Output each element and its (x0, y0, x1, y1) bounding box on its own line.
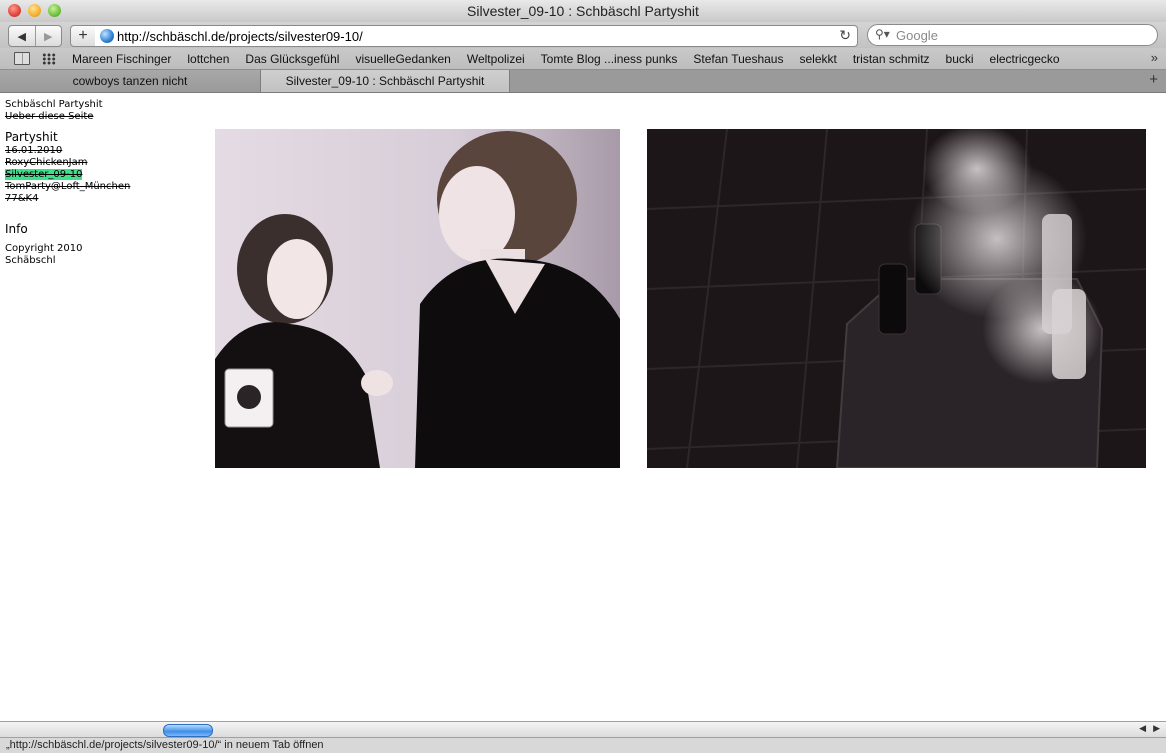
bookmark-item[interactable]: tristan schmitz (853, 52, 930, 66)
party-photo-women[interactable] (215, 129, 620, 468)
bookmark-item[interactable]: lottchen (187, 52, 229, 66)
party-photo-bottles-image (647, 129, 1146, 468)
site-sidebar: Schbäschl Partyshit Ueber diese Seite Pa… (5, 99, 185, 267)
bookmark-item[interactable]: Mareen Fischinger (72, 52, 171, 66)
bookmarks-bar: Mareen Fischinger lottchen Das Glücksgef… (0, 48, 1166, 70)
page-content: Schbäschl Partyshit Ueber diese Seite Pa… (0, 93, 1166, 721)
horizontal-scrollbar[interactable]: ◀ ▶ (0, 721, 1166, 737)
scrollbar-thumb[interactable] (163, 724, 213, 737)
back-arrow-icon: ◀ (17, 30, 26, 43)
nav-button-group: ◀ ▶ (8, 25, 62, 47)
bookmark-item[interactable]: bucki (946, 52, 974, 66)
party-photo-women-image (215, 129, 620, 468)
search-input[interactable] (896, 25, 1146, 45)
back-button[interactable]: ◀ (9, 26, 35, 46)
title-bar: Silvester_09-10 : Schbäschl Partyshit (0, 0, 1166, 23)
bookmarks-overflow-icon[interactable]: » (1151, 50, 1158, 65)
copyright-text: Copyright 2010 (5, 243, 83, 254)
project-link[interactable]: 16.01.2010 (5, 145, 185, 157)
search-icon: ⚲▾ (875, 27, 890, 41)
globe-icon (100, 29, 114, 43)
tab-cowboys[interactable]: cowboys tanzen nicht (0, 70, 261, 92)
window-title: Silvester_09-10 : Schbäschl Partyshit (467, 3, 699, 19)
bookmark-item[interactable]: Weltpolizei (467, 52, 525, 66)
url-input[interactable] (117, 26, 817, 46)
photo-face-right (439, 166, 515, 262)
project-link[interactable]: 77&K4 (5, 193, 185, 205)
tab-bar: cowboys tanzen nicht Silvester_09-10 : S… (0, 70, 1166, 93)
current-project-label: Silvester_09-10 (5, 169, 83, 180)
photo-face-left (267, 239, 327, 319)
photo-mug-logo (237, 385, 261, 409)
status-text: „http://schbäschl.de/projects/silvester0… (6, 739, 324, 751)
new-tab-icon[interactable]: + (1149, 71, 1158, 88)
search-field[interactable]: ⚲▾ (867, 24, 1158, 46)
partyshit-heading: Partyshit (5, 130, 58, 144)
bookmark-item[interactable]: Das Glücksgefühl (245, 52, 339, 66)
scroll-left-icon[interactable]: ◀ (1139, 723, 1146, 734)
browser-toolbar: ◀ ▶ + ↻ ⚲▾ (0, 22, 1166, 48)
photo-hand (361, 370, 393, 396)
status-bar: „http://schbäschl.de/projects/silvester0… (0, 737, 1166, 753)
site-title-link[interactable]: Schbäschl Partyshit (5, 99, 185, 111)
project-link[interactable]: RoxyChickenJam (5, 157, 185, 169)
project-link-current[interactable]: Silvester_09-10 (5, 169, 185, 181)
top-sites-grid-icon[interactable] (42, 52, 56, 65)
bookmark-item[interactable]: visuelleGedanken (355, 52, 450, 66)
add-bookmark-button[interactable]: + (70, 25, 96, 47)
photo-bottle (878, 263, 908, 335)
address-bar[interactable]: ↻ (95, 25, 858, 47)
bookmark-item[interactable]: selekkt (799, 52, 836, 66)
project-link[interactable]: TomParty@Loft_München (5, 181, 185, 193)
forward-button[interactable]: ▶ (34, 26, 62, 46)
reload-icon[interactable]: ↻ (839, 27, 851, 44)
about-link[interactable]: Ueber diese Seite (5, 111, 185, 123)
info-heading[interactable]: Info (5, 221, 185, 237)
bookmark-item[interactable]: Tomte Blog ...iness punks (541, 52, 678, 66)
tab-silvester[interactable]: Silvester_09-10 : Schbäschl Partyshit (261, 70, 510, 92)
forward-arrow-icon: ▶ (44, 30, 53, 43)
bookmark-item[interactable]: Stefan Tueshaus (693, 52, 783, 66)
photo-smoke (982, 274, 1102, 384)
bookmark-item[interactable]: electricgecko (990, 52, 1060, 66)
party-photo-bottles[interactable] (647, 129, 1146, 468)
bookmarks-book-icon[interactable] (14, 52, 30, 65)
scroll-right-icon[interactable]: ▶ (1153, 723, 1160, 734)
copyright-author: Schäbschl (5, 255, 56, 266)
